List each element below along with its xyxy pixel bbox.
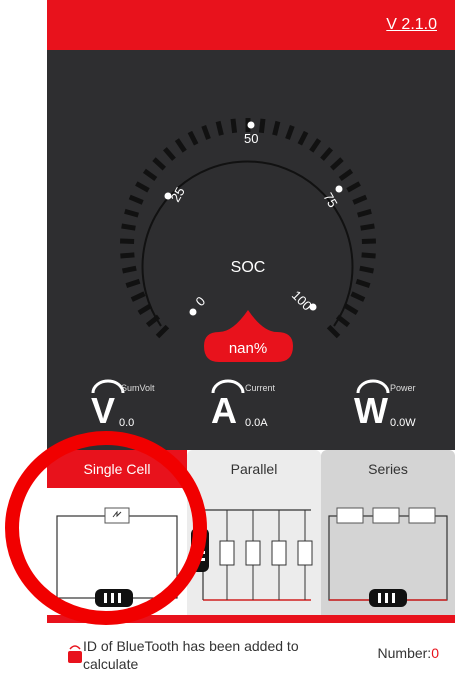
tick-dot-100 bbox=[309, 303, 317, 311]
meter-value: 0.0A bbox=[245, 417, 268, 429]
tick-dot-75 bbox=[335, 185, 343, 193]
gauge-tick bbox=[320, 147, 333, 161]
gauge-tick bbox=[309, 138, 322, 153]
soc-value-text: nan% bbox=[229, 340, 267, 357]
gauge-tick bbox=[174, 138, 187, 153]
device-count: Number:0 bbox=[378, 645, 439, 661]
gauge-tick bbox=[360, 223, 375, 231]
gauge-tick bbox=[137, 303, 153, 316]
gauge-tick bbox=[326, 324, 341, 339]
gauge-tick bbox=[120, 252, 135, 259]
gauge-tick bbox=[361, 238, 376, 244]
gauge-tick bbox=[124, 208, 139, 218]
gauge-tick bbox=[230, 118, 238, 134]
gauge-tick bbox=[121, 223, 136, 231]
gauge-tick bbox=[338, 168, 354, 182]
tab-single-cell[interactable]: Single Cell bbox=[47, 450, 187, 615]
footer-accent-bar bbox=[47, 615, 455, 623]
bluetooth-device-icon bbox=[68, 645, 82, 663]
device-count-value: 0 bbox=[431, 645, 439, 661]
gauge-tick bbox=[152, 157, 166, 171]
meter-letter: V bbox=[91, 390, 116, 431]
gauge-tick bbox=[361, 252, 376, 259]
gauge-tick bbox=[130, 291, 146, 302]
gauge-tick bbox=[142, 168, 158, 182]
meter-label: Power bbox=[390, 383, 416, 393]
device-count-label: Number: bbox=[377, 645, 432, 661]
gauge-tick bbox=[352, 194, 368, 205]
tab-series[interactable]: Series bbox=[321, 450, 455, 615]
meter-value: 0.0 bbox=[119, 417, 135, 429]
gauge-tick bbox=[285, 125, 295, 140]
gauge-tick bbox=[297, 130, 309, 146]
tab-parallel[interactable]: Parallel bbox=[187, 450, 321, 615]
gauge-tick bbox=[125, 278, 141, 288]
meter-label: SumVolt bbox=[121, 383, 155, 393]
tick-dot-25 bbox=[164, 192, 172, 200]
gauge-tick bbox=[355, 278, 371, 288]
gauge-tick bbox=[346, 181, 361, 193]
meter-letter: A bbox=[211, 390, 237, 431]
tick-dot-0 bbox=[189, 308, 197, 316]
gauge-tick bbox=[187, 130, 199, 146]
tab-label: Single Cell bbox=[47, 450, 187, 488]
gauge-tick bbox=[330, 157, 344, 171]
tick-label-0: 0 bbox=[193, 293, 209, 309]
gauge-tick bbox=[128, 194, 144, 205]
single-cell-circuit-icon bbox=[56, 507, 178, 607]
parallel-circuit-icon bbox=[191, 509, 313, 601]
power-meter: W Power 0.0W bbox=[352, 375, 442, 435]
tick-dot-50 bbox=[247, 121, 255, 129]
gauge-ticks bbox=[120, 118, 376, 339]
mode-tabs: Single Cell Parallel Series bbox=[47, 450, 455, 615]
gauge-tick bbox=[120, 238, 135, 244]
top-bar: V 2.1.0 bbox=[47, 0, 455, 50]
version-link[interactable]: V 2.1.0 bbox=[386, 16, 437, 34]
gauge-tick bbox=[350, 291, 366, 302]
tab-label: Series bbox=[368, 461, 408, 477]
dashboard-panel: 0 25 50 75 100 SOC nan% V SumVolt 0.0 A … bbox=[47, 50, 455, 450]
meter-value: 0.0W bbox=[390, 417, 416, 429]
sumvolt-meter: V SumVolt 0.0 bbox=[87, 375, 157, 435]
gauge-tick bbox=[357, 208, 372, 218]
gauge-tick bbox=[155, 324, 170, 339]
gauge-tick bbox=[258, 118, 266, 134]
gauge-tick bbox=[121, 265, 137, 274]
footer-message: ID of BlueTooth has been added to calcul… bbox=[83, 638, 299, 672]
meter-letter: W bbox=[354, 390, 388, 431]
gauge-tick bbox=[272, 120, 281, 136]
footer: ID of BlueTooth has been added to calcul… bbox=[47, 615, 455, 682]
gauge-tick bbox=[201, 125, 211, 140]
gauge-tick bbox=[215, 120, 224, 136]
series-circuit-icon bbox=[328, 507, 448, 607]
tick-label-50: 50 bbox=[244, 131, 258, 146]
meter-label: Current bbox=[245, 383, 276, 393]
gauge-tick bbox=[163, 147, 176, 161]
gauge-tick bbox=[135, 181, 150, 193]
gauge-tick bbox=[359, 265, 375, 274]
gauge-tick bbox=[343, 303, 359, 316]
gauge-center-label: SOC bbox=[231, 259, 266, 276]
current-meter: A Current 0.0A bbox=[207, 375, 297, 435]
tab-label: Parallel bbox=[230, 461, 278, 477]
